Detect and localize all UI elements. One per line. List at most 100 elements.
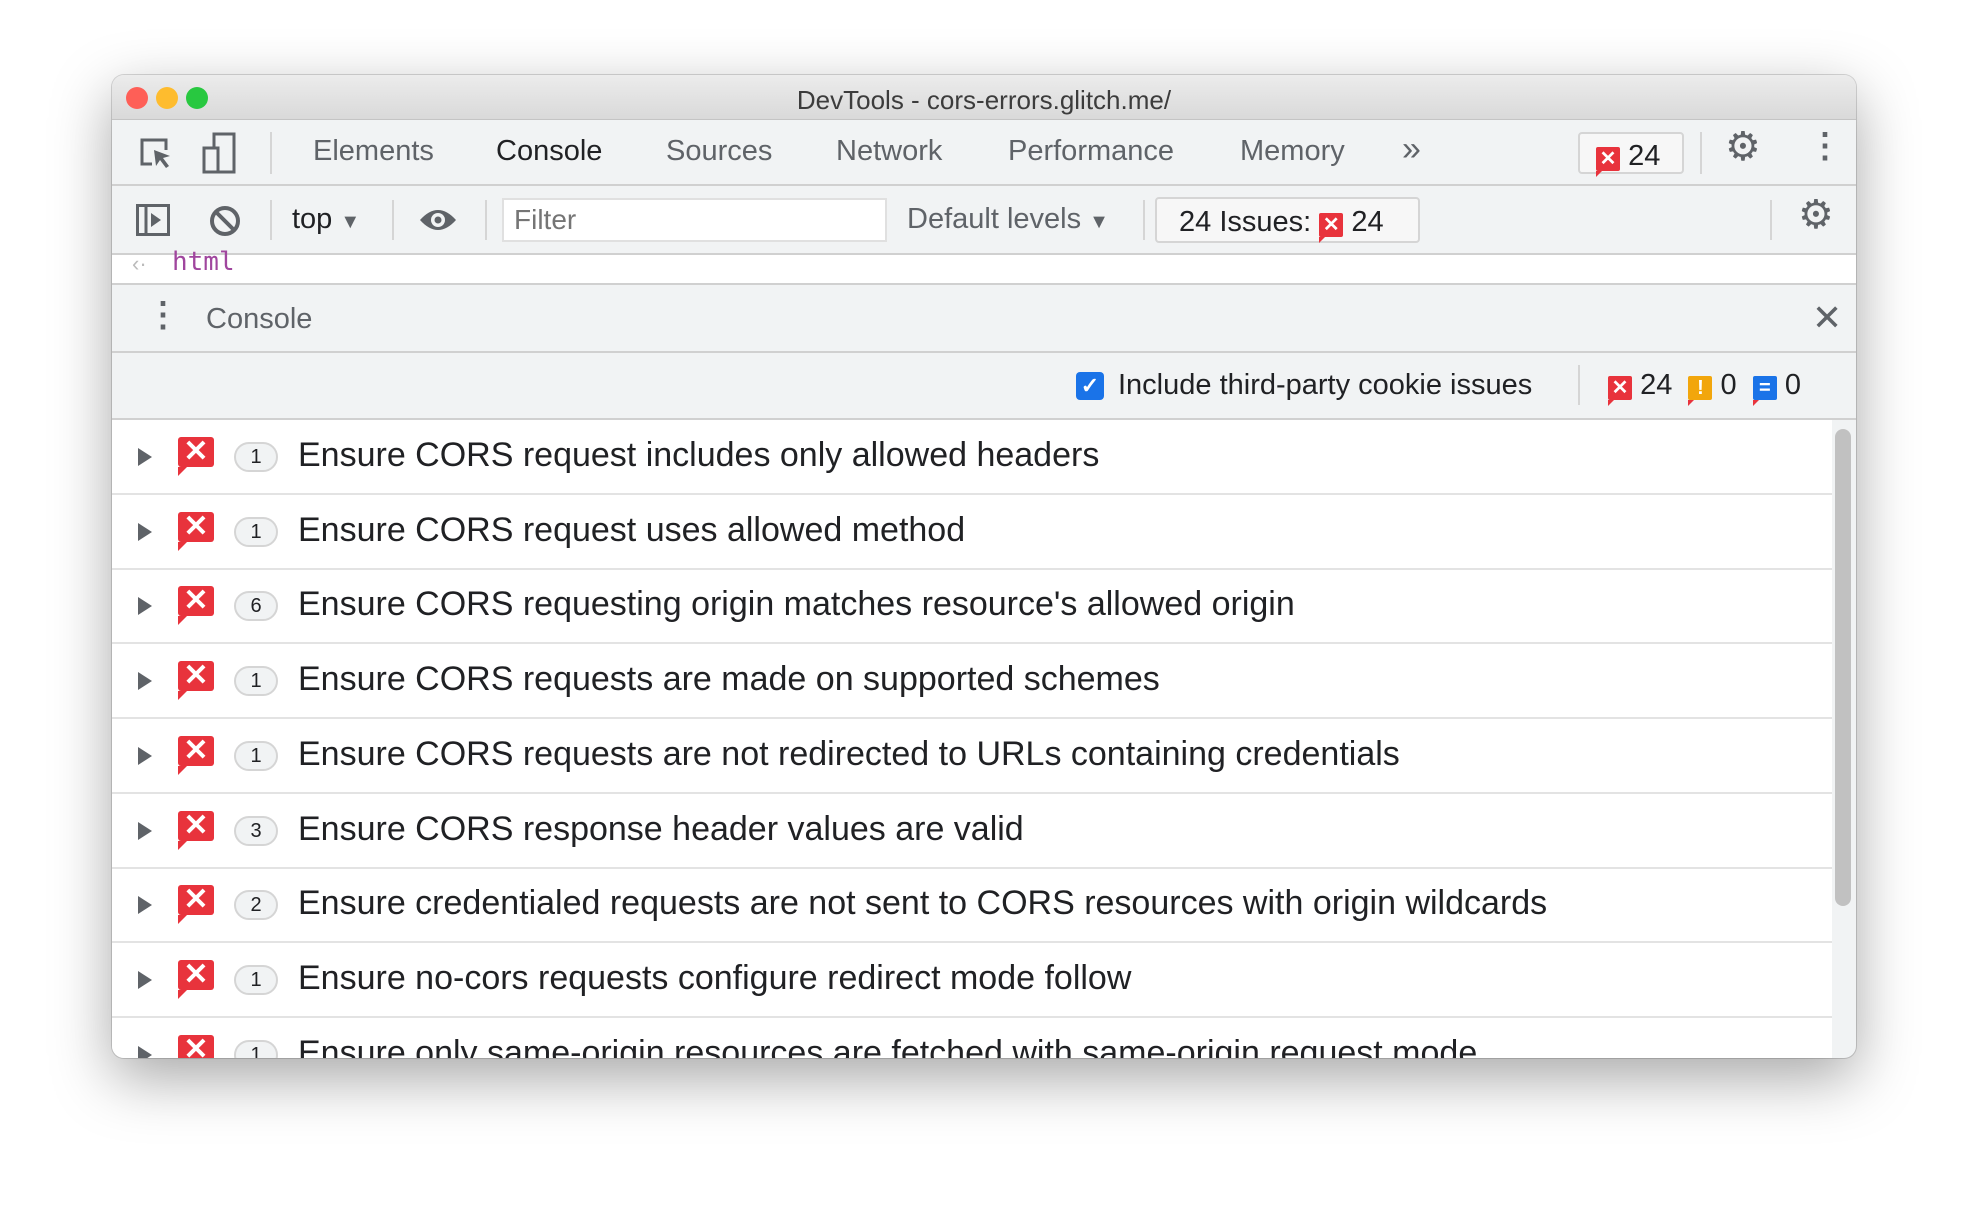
issue-title: Ensure credentialed requests are not sen… xyxy=(298,884,1548,923)
error-icon: ✕ xyxy=(178,735,214,775)
issue-title: Ensure CORS requesting origin matches re… xyxy=(298,585,1295,624)
more-tabs-button[interactable]: » xyxy=(1402,130,1421,169)
console-output: ‹· html xyxy=(112,247,1856,285)
drawer-menu-icon[interactable]: ⋮ xyxy=(146,295,180,335)
dropdown-arrow-icon: ▼ xyxy=(1089,211,1109,233)
tab-console[interactable]: Console xyxy=(496,135,602,168)
issues-button[interactable]: 24 Issues: ✕ 24 xyxy=(1155,197,1420,243)
sidebar-toggle-icon[interactable] xyxy=(136,204,170,236)
divider xyxy=(1143,200,1145,240)
error-icon: ✕ xyxy=(1319,213,1344,243)
expand-triangle-icon[interactable] xyxy=(138,821,152,840)
issue-count-badge: 2 xyxy=(234,890,278,921)
issue-count-badge: 3 xyxy=(234,815,278,846)
log-levels-dropdown[interactable]: Default levels ▼ xyxy=(907,203,1109,236)
third-party-checkbox[interactable]: ✓ xyxy=(1076,372,1104,400)
expand-triangle-icon[interactable] xyxy=(138,746,152,765)
issue-count-badge: 1 xyxy=(234,666,278,697)
console-result: html xyxy=(172,247,235,277)
issue-row[interactable]: ✕ 1 Ensure CORS request uses allowed met… xyxy=(112,495,1832,570)
issue-row[interactable]: ✕ 3 Ensure CORS response header values a… xyxy=(112,794,1832,869)
more-options-icon[interactable]: ⋮ xyxy=(1808,126,1842,166)
issue-row[interactable]: ✕ 1 Ensure no-cors requests configure re… xyxy=(112,943,1832,1018)
issue-row[interactable]: ✕ 1 Ensure CORS request includes only al… xyxy=(112,420,1832,495)
error-icon: ✕ xyxy=(1596,147,1620,177)
issue-count-badge: 1 xyxy=(234,740,278,771)
tab-elements[interactable]: Elements xyxy=(313,135,434,168)
expand-triangle-icon[interactable] xyxy=(138,1045,152,1058)
error-icon: ✕ xyxy=(1608,376,1632,406)
tab-network[interactable]: Network xyxy=(836,135,942,168)
divider xyxy=(1770,200,1772,240)
error-icon: ✕ xyxy=(178,511,214,551)
close-drawer-icon[interactable]: ✕ xyxy=(1812,297,1842,339)
warning-icon: ! xyxy=(1688,376,1713,406)
log-levels-label: Default levels xyxy=(907,203,1082,235)
issue-title: Ensure CORS request uses allowed method xyxy=(298,510,966,549)
issue-row[interactable]: ✕ 2 Ensure credentialed requests are not… xyxy=(112,868,1832,944)
error-icon: ✕ xyxy=(178,586,214,626)
divider xyxy=(270,132,272,174)
clear-console-icon[interactable] xyxy=(208,204,242,238)
divider xyxy=(392,200,394,240)
error-count: 24 xyxy=(1628,140,1661,172)
divider xyxy=(485,200,487,240)
issue-count-badge: 6 xyxy=(234,591,278,622)
issue-count-badge: 1 xyxy=(234,516,278,547)
console-settings-gear-icon[interactable]: ⚙ xyxy=(1798,192,1834,238)
error-count-button[interactable]: ✕ 24 xyxy=(1578,132,1684,177)
third-party-checkbox-label: Include third-party cookie issues xyxy=(1118,369,1533,401)
scrollbar[interactable] xyxy=(1835,429,1851,906)
console-toolbar: top ▼ Default levels ▼ 24 Issues: ✕ 24 ⚙ xyxy=(112,186,1856,255)
expand-triangle-icon[interactable] xyxy=(138,672,152,691)
tab-performance[interactable]: Performance xyxy=(1008,135,1174,168)
info-issue-count: 0 xyxy=(1784,369,1801,401)
inspect-element-icon[interactable] xyxy=(138,136,176,172)
context-value: top xyxy=(292,203,333,235)
expand-triangle-icon[interactable] xyxy=(138,522,152,541)
issue-title: Ensure CORS request includes only allowe… xyxy=(298,436,1100,474)
issue-title: Ensure CORS requests are made on support… xyxy=(298,660,1160,699)
issue-counts: ✕ 24 ! 0 = 0 xyxy=(1608,369,1801,406)
issues-toolbar: ✓ Include third-party cookie issues ✕ 24… xyxy=(112,353,1856,420)
dropdown-arrow-icon: ▼ xyxy=(340,211,361,233)
expand-triangle-icon[interactable] xyxy=(138,970,152,989)
issues-list: ✕ 1 Ensure CORS request includes only al… xyxy=(112,420,1832,1058)
expand-triangle-icon[interactable] xyxy=(138,896,152,915)
info-icon: = xyxy=(1752,376,1777,406)
result-arrow-icon: ‹· xyxy=(132,251,147,276)
settings-gear-icon[interactable]: ⚙ xyxy=(1725,124,1761,170)
tab-memory[interactable]: Memory xyxy=(1240,135,1345,168)
issue-row[interactable]: ✕ 1 Ensure CORS requests are made on sup… xyxy=(112,644,1832,720)
filter-input[interactable] xyxy=(502,198,887,242)
error-issue-count: 24 xyxy=(1640,369,1673,401)
error-icon: ✕ xyxy=(178,437,214,476)
devtools-window: DevTools - cors-errors.glitch.me/ Elemen… xyxy=(112,75,1856,1058)
live-expression-eye-icon[interactable] xyxy=(418,206,458,234)
context-selector[interactable]: top ▼ xyxy=(292,203,360,236)
issue-count-badge: 1 xyxy=(234,442,278,472)
error-icon: ✕ xyxy=(178,959,214,999)
issue-row[interactable]: ✕ 6 Ensure CORS requesting origin matche… xyxy=(112,569,1832,645)
error-icon: ✕ xyxy=(178,885,214,925)
window-title: DevTools - cors-errors.glitch.me/ xyxy=(796,85,1172,115)
main-toolbar: Elements Console Sources Network Perform… xyxy=(112,120,1856,186)
issue-row[interactable]: ✕ 1 Ensure CORS requests are not redirec… xyxy=(112,719,1832,794)
expand-triangle-icon[interactable] xyxy=(138,597,152,616)
drawer-tab-console[interactable]: Console xyxy=(206,303,312,336)
error-icon: ✕ xyxy=(178,810,214,850)
divider xyxy=(1578,365,1580,405)
issue-row[interactable]: ✕ 1 Ensure only same-origin resources ar… xyxy=(112,1018,1832,1058)
warning-issue-count: 0 xyxy=(1720,369,1737,401)
title-bar: DevTools - cors-errors.glitch.me/ xyxy=(112,75,1856,120)
device-toolbar-icon[interactable] xyxy=(202,132,238,174)
error-icon: ✕ xyxy=(178,1034,214,1058)
tab-sources[interactable]: Sources xyxy=(666,135,772,168)
issue-title: Ensure only same-origin resources are fe… xyxy=(298,1033,1478,1058)
issue-title: Ensure CORS requests are not redirected … xyxy=(298,734,1400,773)
error-icon: ✕ xyxy=(178,661,214,701)
issue-title: Ensure no-cors requests configure redire… xyxy=(298,958,1132,997)
divider xyxy=(270,200,272,240)
issue-count-badge: 1 xyxy=(234,1039,278,1058)
expand-triangle-icon[interactable] xyxy=(138,448,152,466)
